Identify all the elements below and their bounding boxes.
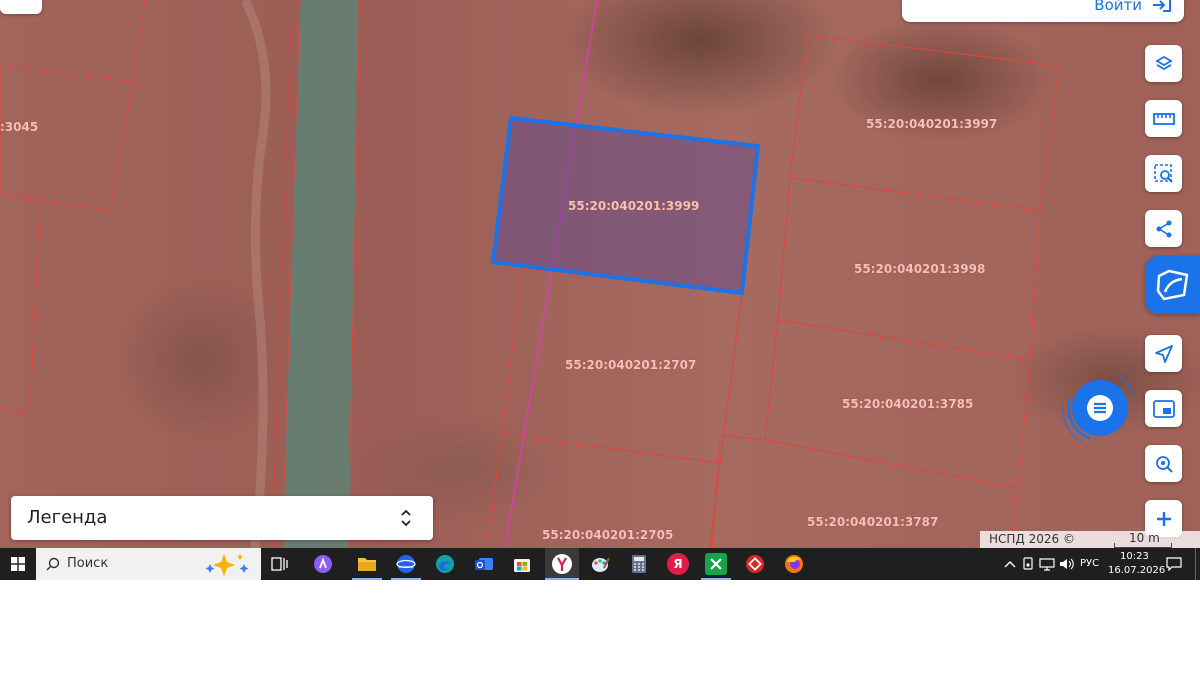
chevron-up-icon[interactable] <box>1004 560 1016 568</box>
locate-search-icon <box>1155 455 1173 473</box>
map-view[interactable]: 55:20:040201:3999 55:20:040201:3997 55:2… <box>0 0 1200 548</box>
parcel-polygon <box>711 434 1019 548</box>
device-icon[interactable] <box>1022 557 1034 571</box>
parcel-label: 55:20:040201:3785 <box>842 397 973 411</box>
parcel-polygon <box>0 64 134 211</box>
sparkle-icon <box>205 554 249 576</box>
parcel-label: 55:20:040201:3999 <box>568 199 699 213</box>
yandex-letter: Я <box>673 557 683 571</box>
chevron-up-down-icon[interactable] <box>399 507 413 533</box>
taskbar-search[interactable]: Поиск <box>36 548 261 580</box>
show-desktop-button[interactable] <box>1195 548 1200 580</box>
task-view-icon[interactable] <box>269 553 291 575</box>
map-overlay: 55:20:040201:3999 55:20:040201:3997 55:2… <box>0 0 1060 548</box>
top-left-tab[interactable] <box>0 0 42 14</box>
login-panel: Войти <box>902 0 1184 22</box>
zoom-in-icon <box>1156 511 1171 526</box>
parcel-label: 55:20:040201:2705 <box>542 528 673 542</box>
attribution-text: НСПД 2026 © <box>989 532 1075 546</box>
network-icon[interactable] <box>1039 557 1055 571</box>
parcel-polygon <box>0 194 41 413</box>
login-label[interactable]: Войти <box>1094 0 1142 14</box>
legend-panel[interactable]: Легенда <box>11 496 433 540</box>
yandex-browser-icon[interactable] <box>551 553 573 575</box>
system-tray: РУС 10:23 16.07.2026 <box>1002 548 1192 580</box>
chat-icon <box>1087 395 1113 421</box>
navigate-icon <box>1154 344 1173 363</box>
picture-in-picture-button[interactable] <box>1145 390 1182 427</box>
notifications-icon[interactable] <box>1166 557 1182 571</box>
parcel-label: 55:20:040201:3787 <box>807 515 938 529</box>
edge-icon[interactable] <box>434 553 456 575</box>
firefox-icon[interactable] <box>783 553 805 575</box>
parcel-label: 55:20:040201:2707 <box>565 358 696 372</box>
browser-globe-icon[interactable] <box>395 553 417 575</box>
search-icon <box>46 557 60 571</box>
layers-button[interactable] <box>1145 45 1182 82</box>
store-icon[interactable] <box>511 553 533 575</box>
anydesk-icon[interactable] <box>744 553 766 575</box>
share-icon <box>1156 220 1171 237</box>
running-indicator <box>391 578 421 580</box>
chat-button[interactable] <box>1072 380 1128 436</box>
canal-strip <box>282 0 358 548</box>
layers-icon <box>1154 55 1173 70</box>
ruler-button[interactable] <box>1145 100 1182 137</box>
paint-icon[interactable] <box>589 553 611 575</box>
picture-in-picture-icon <box>1152 399 1175 418</box>
share-button[interactable] <box>1145 210 1182 247</box>
area-select-icon <box>1153 163 1173 183</box>
navigate-button[interactable] <box>1145 335 1182 372</box>
alice-assistant-icon[interactable] <box>312 553 334 575</box>
search-placeholder: Поиск <box>67 556 109 571</box>
outlook-icon[interactable] <box>473 553 495 575</box>
clock-time[interactable]: 10:23 <box>1120 551 1149 562</box>
language-indicator[interactable]: РУС <box>1080 558 1099 569</box>
taskbar: Поиск Я РУС 10:23 16.07.2026 <box>0 548 1200 580</box>
map-attribution: НСПД 2026 © 10 m <box>980 531 1200 548</box>
windows-icon <box>11 557 25 571</box>
road-path <box>240 0 271 548</box>
main-logo-icon <box>1156 269 1188 301</box>
locate-search-button[interactable] <box>1145 445 1182 482</box>
chat-widget[interactable] <box>1060 368 1140 448</box>
parcel-label: 55:20:040201:3997 <box>866 117 997 131</box>
calculator-icon[interactable] <box>628 553 650 575</box>
parcel-border <box>132 0 146 83</box>
clock-date[interactable]: 16.07.2026 <box>1108 565 1165 576</box>
running-indicator <box>701 578 731 580</box>
legend-label: Легенда <box>27 507 108 528</box>
parcel-label: 55:20:040201:3998 <box>854 262 985 276</box>
parcel-border <box>486 433 503 548</box>
parcel-label: :3045 <box>0 120 38 134</box>
ruler-icon <box>1152 112 1175 125</box>
start-button[interactable] <box>0 548 36 580</box>
main-menu-button[interactable] <box>1145 256 1200 314</box>
running-indicator <box>352 578 382 580</box>
file-explorer-icon[interactable] <box>356 553 378 575</box>
running-indicator <box>545 578 579 580</box>
volume-icon[interactable] <box>1059 557 1075 571</box>
yandex-app-icon[interactable]: Я <box>667 553 689 575</box>
excel-icon[interactable] <box>705 553 727 575</box>
login-icon[interactable] <box>1152 0 1172 17</box>
area-select-button[interactable] <box>1145 155 1182 192</box>
